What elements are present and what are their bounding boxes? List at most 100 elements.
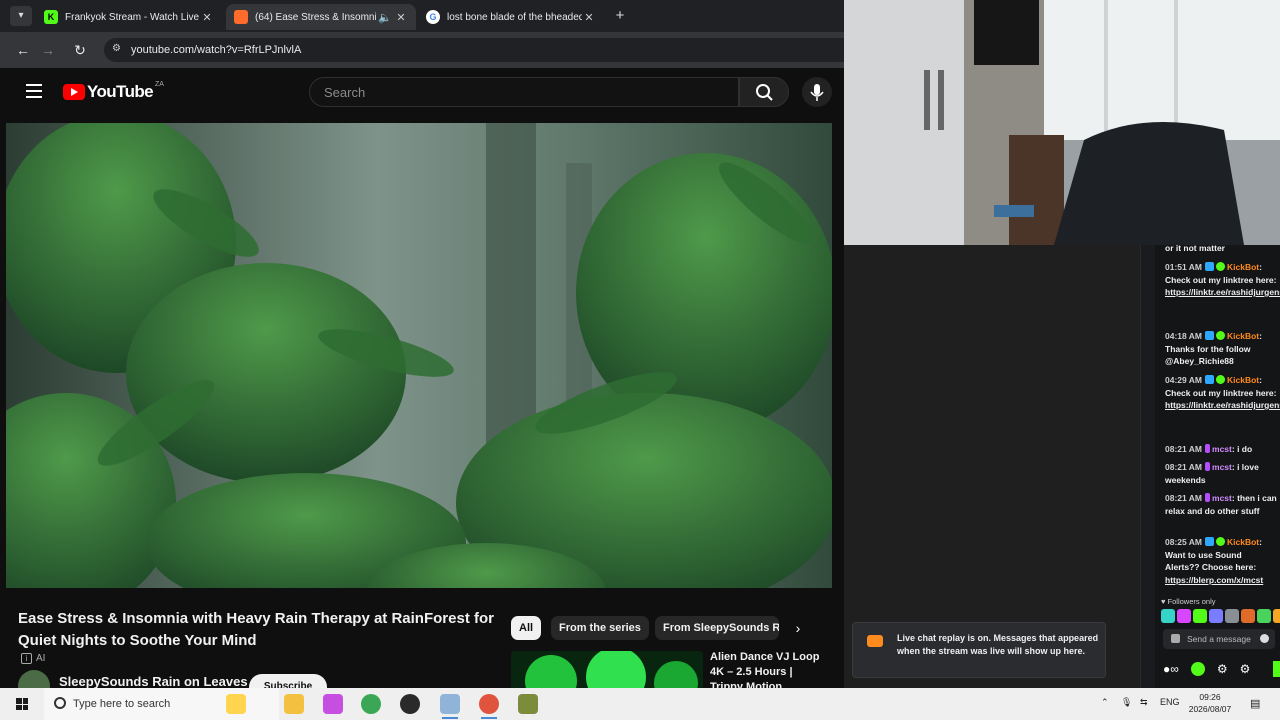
chat-scrollbar[interactable] (1141, 245, 1155, 688)
site-info-icon[interactable]: ⚙ (112, 43, 126, 57)
chat-link[interactable]: https://linktr.ee/rashidjurgens (1165, 287, 1280, 297)
country-code: ZA (155, 80, 164, 88)
forward-icon[interactable]: → (38, 40, 58, 60)
speaker-muted-icon[interactable]: 🔈 (376, 11, 394, 24)
back-icon[interactable]: ← (13, 40, 33, 60)
microphone-icon (810, 84, 824, 101)
chat-link[interactable]: https://linktr.ee/rashidjurgens (1165, 400, 1280, 410)
chat-message: 01:51 AM KickBot: Check out my linktree h… (1165, 261, 1280, 299)
replay-notice-text: Live chat replay is on. Messages that ap… (897, 633, 1099, 656)
chat-message-input[interactable]: Send a message (1163, 629, 1275, 649)
youtube-favicon-icon (234, 10, 248, 24)
recommendation-title[interactable]: Alien Dance VJ Loop 4K – 2.5 Hours | Tri… (710, 650, 822, 688)
network-icon[interactable]: ⇆ (1140, 697, 1148, 708)
google-favicon-icon: G (426, 10, 440, 24)
verified-badge-icon (1216, 331, 1226, 340)
ai-label: AI (36, 653, 46, 664)
ai-content-badge[interactable]: i AI (21, 653, 45, 664)
youtube-logo[interactable]: YouTube ZA (63, 80, 164, 102)
tab-youtube-video[interactable]: (64) Ease Stress & Insomnia 🔈 ✕ (226, 4, 416, 30)
address-bar[interactable]: ⚙ youtube.com/watch?v=RfrLPJnlvlA (104, 38, 844, 62)
close-tab-icon[interactable]: ✕ (582, 11, 596, 24)
chat-message: 04:18 AM KickBot: Thanks for the follow @… (1165, 331, 1262, 366)
thumbnail-image (511, 651, 703, 688)
bot-badge-icon (1205, 375, 1215, 384)
emoji-icon[interactable] (1260, 634, 1269, 643)
verified-badge-icon (1216, 537, 1226, 546)
youtube-header: YouTube ZA Search (6, 68, 844, 116)
language-indicator[interactable]: ENG (1160, 697, 1180, 707)
chip-from-the-series[interactable]: From the series (551, 616, 649, 640)
subscribe-button[interactable]: Subscribe (249, 674, 327, 688)
reload-icon[interactable]: ↻ (70, 40, 90, 60)
video-details: Ease Stress & Insomnia with Heavy Rain T… (6, 596, 844, 688)
chat-message: 04:29 AM KickBot: Check out my linktree h… (1165, 374, 1280, 412)
info-icon: i (21, 653, 32, 664)
search-icon (54, 697, 66, 709)
recommendation-thumbnail[interactable] (511, 651, 703, 688)
youtube-play-icon (63, 84, 85, 100)
close-tab-icon[interactable]: ✕ (394, 11, 408, 24)
users-icon[interactable]: ●∞ (1163, 662, 1179, 676)
close-tab-icon[interactable]: ✕ (200, 11, 214, 24)
emote-icon (1161, 609, 1175, 623)
voice-search-button[interactable] (802, 77, 832, 107)
video-player[interactable] (6, 123, 832, 588)
obs-studio-icon[interactable] (400, 694, 420, 714)
chevron-up-icon[interactable]: ⌃ (1101, 697, 1109, 708)
kick-icon[interactable] (1190, 662, 1205, 676)
chip-from-channel[interactable]: From SleepySounds Ra (655, 616, 779, 640)
emote-icon (1257, 609, 1271, 623)
user-badge-icon (1205, 462, 1211, 471)
chat-fragment: or it not matter (1165, 245, 1225, 253)
game-app-icon[interactable] (518, 694, 538, 714)
chrome-icon[interactable] (361, 694, 381, 714)
search-button[interactable] (739, 77, 789, 107)
replay-icon (867, 635, 883, 647)
user-badge-icon (1205, 493, 1211, 502)
hamburger-menu-icon[interactable] (26, 84, 42, 98)
chip-all[interactable]: All (511, 616, 542, 640)
bot-badge-icon (1205, 537, 1215, 546)
channel-name[interactable]: SleepySounds Rain on Leaves (59, 674, 248, 688)
windows-start-icon[interactable] (16, 698, 28, 710)
copilot-app-icon[interactable] (323, 694, 343, 714)
snipping-tool-icon[interactable] (440, 694, 460, 719)
clock-time: 09:26 (1199, 692, 1221, 702)
browser-toolbar: ← → ↻ ⚙ youtube.com/watch?v=RfrLPJnlvlA (0, 32, 844, 68)
file-explorer-icon[interactable] (284, 694, 304, 714)
chat-toolbar: ●∞ ⚙ ⚙ (1163, 659, 1280, 679)
user-badge-icon (1205, 444, 1211, 453)
microphone-icon[interactable]: 🎙 (1121, 697, 1132, 708)
chat-link[interactable]: https://blerp.com/x/mcst (1165, 575, 1263, 585)
windows-taskbar: Type here to search ⌃ 🎙 ⇆ ENG 09:26 2026… (0, 688, 1280, 720)
bot-badge-icon (1205, 262, 1215, 271)
channel-avatar[interactable] (18, 670, 50, 688)
send-button[interactable] (1273, 661, 1280, 677)
tab-title: (64) Ease Stress & Insomnia (255, 11, 376, 23)
emote-icon (1273, 609, 1280, 623)
tab-search-button[interactable]: ▾ (10, 6, 32, 26)
webcam-feed (844, 0, 1280, 245)
system-clock[interactable]: 09:26 2026/08/07 (1183, 691, 1237, 715)
kick-favicon-icon: K (44, 10, 58, 24)
tab-kick-stream[interactable]: K Frankyok Stream - Watch Live o ✕ (36, 4, 222, 30)
search-placeholder: Search (324, 85, 366, 100)
emote-bar[interactable] (1161, 609, 1280, 623)
chrome-profile-icon[interactable] (479, 694, 499, 719)
chat-settings-icon[interactable]: ⚙ (1240, 662, 1251, 676)
tab-google-search[interactable]: G lost bone blade of the bheaded ✕ (418, 4, 604, 30)
search-input[interactable]: Search (309, 77, 739, 107)
settings-gear-icon[interactable]: ⚙ (1217, 662, 1228, 676)
chevron-right-icon[interactable]: › (786, 616, 810, 640)
search-icon (756, 84, 773, 101)
new-tab-button[interactable]: + (610, 6, 630, 26)
youtube-logo-text: YouTube (87, 82, 154, 101)
copilot-sparkle-icon[interactable] (226, 694, 246, 714)
emote-icon (1241, 609, 1255, 623)
tab-title: lost bone blade of the bheaded (447, 11, 582, 23)
url-text: youtube.com/watch?v=RfrLPJnlvlA (131, 44, 302, 56)
verified-badge-icon (1216, 375, 1226, 384)
video-title: Ease Stress & Insomnia with Heavy Rain T… (18, 610, 494, 649)
notifications-icon[interactable]: ▤ (1250, 697, 1260, 710)
